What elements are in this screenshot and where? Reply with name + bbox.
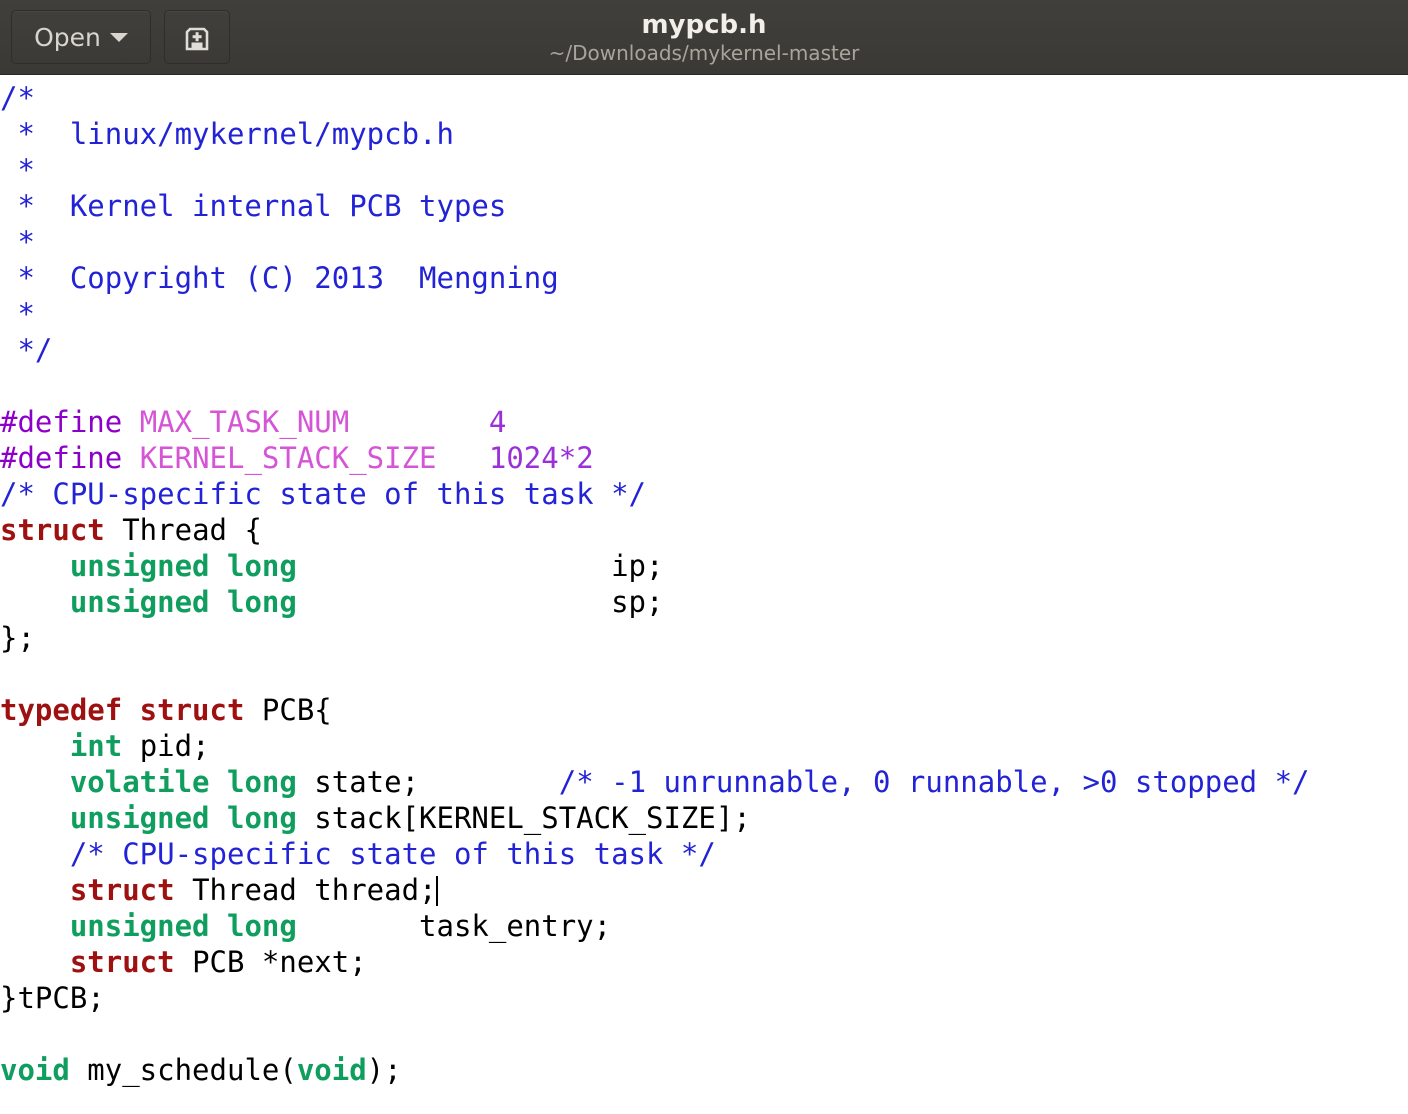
code-line: #define KERNEL_STACK_SIZE 1024*2: [0, 440, 1310, 476]
code-token-comment: */: [0, 333, 53, 367]
header-bar-left-controls: Open: [0, 10, 230, 64]
code-token-plain: ip;: [296, 549, 664, 583]
code-line: };: [0, 620, 1310, 656]
code-token-type: void: [0, 1053, 70, 1087]
code-token-comment: *: [0, 153, 35, 187]
chevron-down-icon: [109, 32, 128, 42]
code-token-kw: struct: [69, 873, 175, 907]
code-line: *: [0, 296, 1310, 332]
code-token-kw: typedef struct: [0, 693, 245, 727]
code-line: *: [0, 224, 1310, 260]
code-token-macro: MAX_TASK_NUM: [139, 405, 350, 439]
code-line: /* CPU-specific state of this task */: [0, 476, 1310, 512]
code-token-comment: /* -1 unrunnable, 0 runnable, >0 stopped…: [558, 765, 1310, 799]
code-token-number: 1024*2: [488, 441, 594, 475]
code-line: int pid;: [0, 728, 1310, 764]
code-token-type: volatile long: [69, 765, 297, 799]
header-bar: Open mypcb.h ~/Downloads/mykernel-master: [0, 0, 1408, 75]
text-cursor: [435, 876, 438, 906]
code-line: * linux/mykernel/mypcb.h: [0, 116, 1310, 152]
code-line: typedef struct PCB{: [0, 692, 1310, 728]
code-token-plain: pid;: [122, 729, 210, 763]
code-line: unsigned long ip;: [0, 548, 1310, 584]
code-token-plain: PCB{: [244, 693, 332, 727]
code-token-comment: *: [0, 225, 35, 259]
code-line: unsigned long sp;: [0, 584, 1310, 620]
code-token-plain: task_entry;: [296, 909, 612, 943]
code-line: unsigned long task_entry;: [0, 908, 1310, 944]
new-document-button[interactable]: [164, 10, 230, 64]
code-token-preproc: #define: [0, 405, 140, 439]
code-token-plain: Thread {: [104, 513, 262, 547]
code-token-comment: /* CPU-specific state of this task */: [69, 837, 716, 871]
code-token-type: int: [69, 729, 123, 763]
code-token-comment: * Kernel internal PCB types: [0, 189, 507, 223]
code-token-type: unsigned long: [69, 585, 297, 619]
code-token-comment: *: [0, 297, 35, 331]
code-token-plain: sp;: [296, 585, 664, 619]
code-token-plain: my_schedule(: [69, 1053, 297, 1087]
code-token-type: unsigned long: [69, 909, 297, 943]
code-token-plain: state;: [296, 765, 559, 799]
new-document-icon: [185, 27, 209, 51]
open-button[interactable]: Open: [11, 10, 151, 64]
code-line: volatile long state; /* -1 unrunnable, 0…: [0, 764, 1310, 800]
code-token-macro: KERNEL_STACK_SIZE: [139, 441, 437, 475]
source-code-text[interactable]: /* * linux/mykernel/mypcb.h * * Kernel i…: [0, 80, 1310, 1088]
window-subtitle-path: ~/Downloads/mykernel-master: [548, 40, 860, 65]
code-line: struct PCB *next;: [0, 944, 1310, 980]
code-line: *: [0, 152, 1310, 188]
code-line: /*: [0, 80, 1310, 116]
code-token-comment: /* CPU-specific state of this task */: [0, 477, 647, 511]
code-line: */: [0, 332, 1310, 368]
code-token-type: unsigned long: [69, 549, 297, 583]
code-line: #define MAX_TASK_NUM 4: [0, 404, 1310, 440]
code-token-plain: }tPCB;: [0, 981, 105, 1015]
code-token-kw: struct: [69, 945, 175, 979]
code-token-type: unsigned long: [69, 801, 297, 835]
code-token-number: 4: [488, 405, 507, 439]
code-line: }tPCB;: [0, 980, 1310, 1016]
code-line: struct Thread {: [0, 512, 1310, 548]
window-title: mypcb.h: [641, 9, 767, 40]
code-line: * Kernel internal PCB types: [0, 188, 1310, 224]
code-token-plain: PCB *next;: [174, 945, 367, 979]
code-token-comment: * Copyright (C) 2013 Mengning: [0, 261, 559, 295]
code-token-kw: struct: [0, 513, 105, 547]
code-token-plain: stack[KERNEL_STACK_SIZE];: [296, 801, 751, 835]
code-token-type: void: [296, 1053, 367, 1087]
code-token-plain: };: [0, 621, 35, 655]
code-line: /* CPU-specific state of this task */: [0, 836, 1310, 872]
code-token-comment: /*: [0, 81, 35, 115]
code-line: void my_schedule(void);: [0, 1052, 1310, 1088]
code-line: unsigned long stack[KERNEL_STACK_SIZE];: [0, 800, 1310, 836]
open-button-label: Open: [34, 22, 101, 52]
code-token-plain: Thread thread;: [174, 873, 437, 907]
code-token-plain: );: [366, 1053, 402, 1087]
code-token-comment: * linux/mykernel/mypcb.h: [0, 117, 454, 151]
code-line: * Copyright (C) 2013 Mengning: [0, 260, 1310, 296]
code-line: struct Thread thread;: [0, 872, 1310, 908]
editor-area[interactable]: /* * linux/mykernel/mypcb.h * * Kernel i…: [0, 75, 1408, 1114]
code-token-preproc: #define: [0, 441, 140, 475]
